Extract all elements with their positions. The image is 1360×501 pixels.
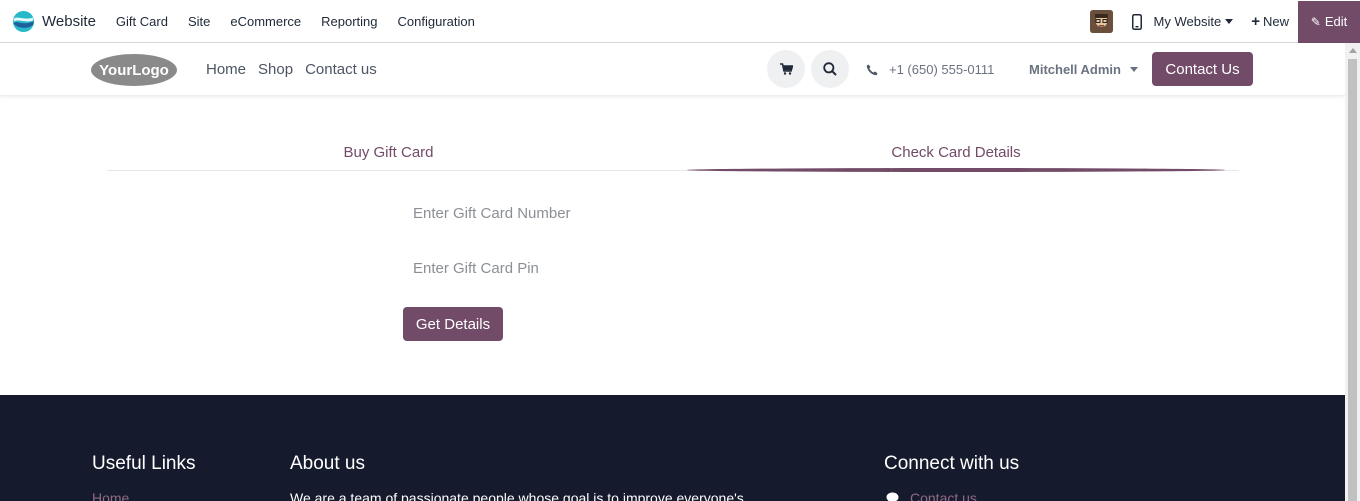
menu-item-gift-card[interactable]: Gift Card xyxy=(106,0,178,43)
phone-number-text: +1 (650) 555-0111 xyxy=(889,62,995,77)
website-switcher-label: My Website xyxy=(1153,14,1222,29)
footer-about-title: About us xyxy=(290,453,365,474)
footer-about-text: We are a team of passionate people whose… xyxy=(290,490,744,501)
footer-link-contact-us[interactable]: Contact us xyxy=(910,490,977,501)
site-logo-text: YourLogo xyxy=(99,62,169,79)
new-button-label: New xyxy=(1262,14,1289,29)
menu-item-site[interactable]: Site xyxy=(178,0,220,43)
gift-card-pin-input[interactable] xyxy=(403,250,803,286)
search-icon xyxy=(823,62,837,76)
contact-us-button[interactable]: Contact Us xyxy=(1152,52,1253,86)
caret-down-icon xyxy=(1129,67,1138,72)
caret-down-icon xyxy=(1225,19,1234,24)
nav-contact-us[interactable]: Contact us xyxy=(299,61,383,78)
mobile-preview-icon[interactable] xyxy=(1130,13,1144,31)
gift-card-tabs: Buy Gift Card Check Card Details xyxy=(107,133,1239,172)
user-menu[interactable]: Mitchell Admin xyxy=(1029,43,1138,96)
nav-home[interactable]: Home xyxy=(200,61,252,78)
search-button[interactable] xyxy=(811,50,849,88)
site-logo[interactable]: YourLogo xyxy=(90,52,178,88)
footer-useful-links-title: Useful Links xyxy=(92,453,196,474)
nav-shop[interactable]: Shop xyxy=(252,61,299,78)
cart-button[interactable] xyxy=(767,50,805,88)
footer-connect-title: Connect with us xyxy=(884,453,1020,474)
footer-link-home[interactable]: Home xyxy=(92,490,129,501)
admin-navbar: Website Gift Card Site eCommerce Reporti… xyxy=(0,0,1360,43)
app-name: Website xyxy=(42,12,96,30)
cart-icon xyxy=(779,63,793,75)
gift-card-number-input[interactable] xyxy=(403,195,803,231)
get-details-button[interactable]: Get Details xyxy=(403,307,503,341)
menu-item-reporting[interactable]: Reporting xyxy=(311,0,387,43)
tab-buy-gift-card[interactable]: Buy Gift Card xyxy=(107,133,670,171)
pencil-icon: ✎ xyxy=(1310,14,1321,29)
website-switcher[interactable]: My Website xyxy=(1154,14,1234,29)
admin-bar-right: My Website + New ✎ Edit xyxy=(1089,0,1360,43)
active-tab-indicator xyxy=(687,168,1225,172)
page-scrollbar[interactable] xyxy=(1345,43,1360,501)
website-app-icon xyxy=(12,10,35,32)
new-button[interactable]: + New xyxy=(1251,13,1289,30)
phone-number[interactable]: +1 (650) 555-0111 xyxy=(866,43,994,96)
scrollbar-thumb[interactable] xyxy=(1348,59,1357,501)
site-nav: Home Shop Contact us xyxy=(200,43,383,96)
scroll-up-arrow-icon[interactable] xyxy=(1349,48,1357,53)
phone-icon xyxy=(866,64,878,75)
edit-button[interactable]: ✎ Edit xyxy=(1298,0,1360,43)
app-brand[interactable]: Website xyxy=(12,0,96,43)
menu-item-ecommerce[interactable]: eCommerce xyxy=(220,0,311,43)
comment-icon xyxy=(886,492,899,501)
user-name: Mitchell Admin xyxy=(1029,62,1121,77)
edit-button-label: Edit xyxy=(1324,14,1348,29)
plus-icon: + xyxy=(1251,13,1260,30)
menu-item-configuration[interactable]: Configuration xyxy=(388,0,485,43)
site-footer: Useful Links Home About us We are a team… xyxy=(0,395,1345,501)
admin-menu: Gift Card Site eCommerce Reporting Confi… xyxy=(106,0,485,43)
tab-check-card-details[interactable]: Check Card Details xyxy=(687,133,1225,171)
website-header: YourLogo Home Shop Contact us +1 (650) 5… xyxy=(0,43,1345,96)
user-avatar[interactable] xyxy=(1089,10,1113,33)
